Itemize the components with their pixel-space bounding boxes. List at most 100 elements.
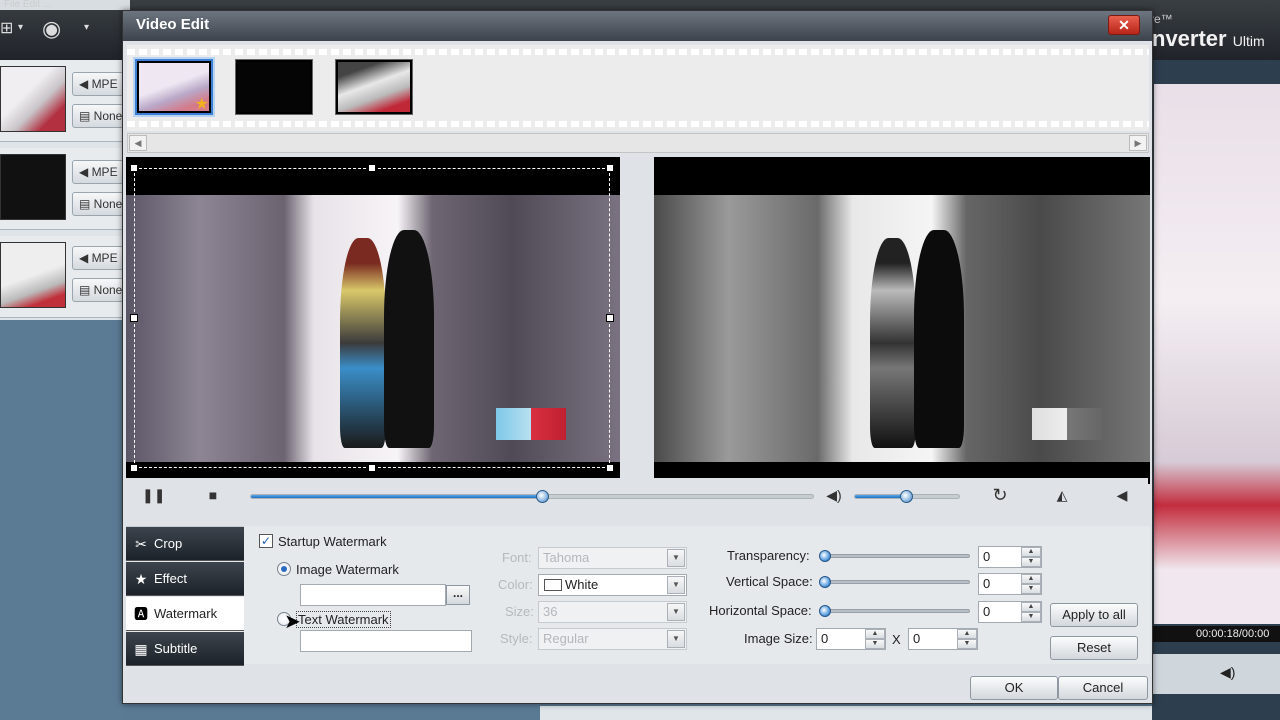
crop-handle[interactable]	[606, 314, 614, 322]
brand-name: nverter	[1152, 26, 1227, 51]
horizontal-space-stepper[interactable]: 0 ▲ ▼	[978, 601, 1042, 623]
transparency-stepper[interactable]: 0 ▲ ▼	[978, 546, 1042, 568]
crop-handle[interactable]	[368, 164, 376, 172]
dropdown-icon[interactable]: ▾	[84, 22, 89, 33]
subtitle-button[interactable]: ▤ None	[72, 192, 124, 216]
horizontal-space-slider[interactable]	[819, 605, 970, 617]
audio-track-button[interactable]: ◀ MPE	[72, 246, 124, 270]
tab-subtitle[interactable]: ▦ Subtitle	[126, 632, 244, 666]
image-path-input[interactable]	[300, 584, 446, 606]
volume-icon[interactable]: ◀)	[824, 486, 844, 504]
rotate-icon[interactable]: ↻	[990, 486, 1010, 504]
reset-button[interactable]: Reset	[1050, 636, 1138, 660]
close-button[interactable]: ✕	[1108, 15, 1140, 35]
clip-filmstrip: ★	[127, 45, 1149, 131]
pause-icon[interactable]: ❚❚	[142, 486, 165, 504]
clip-thumbnail[interactable]	[235, 59, 313, 115]
clip-thumbnail[interactable]: ★	[135, 59, 213, 115]
transparency-slider[interactable]	[819, 550, 970, 562]
file-thumbnail[interactable]	[0, 154, 66, 220]
tab-effect[interactable]: ★ Effect	[126, 562, 244, 596]
list-item[interactable]: ◀ MPE ▤ None	[0, 148, 124, 230]
startup-watermark-checkbox[interactable]: ✓	[259, 534, 273, 548]
brand-suffix: Ultim	[1232, 33, 1265, 49]
image-height-stepper[interactable]: 0 ▲ ▼	[908, 628, 978, 650]
crop-handle[interactable]	[130, 314, 138, 322]
list-item[interactable]: ◀ MPE ▤ None	[0, 60, 124, 142]
crop-handle[interactable]	[130, 464, 138, 472]
tab-crop[interactable]: ✂ Crop	[126, 527, 244, 561]
scroll-right-icon[interactable]: ▶	[1129, 135, 1147, 151]
chevron-up-icon[interactable]: ▲	[1021, 547, 1041, 557]
file-list: ◀ MPE ▤ None ◀ MPE ▤ None ◀ MPE ▤ None	[0, 60, 124, 320]
volume-slider[interactable]	[854, 490, 960, 503]
chevron-up-icon[interactable]: ▲	[1021, 602, 1041, 612]
crop-handle[interactable]	[368, 464, 376, 472]
chevron-down-icon[interactable]: ▼	[957, 639, 977, 649]
video-frame	[654, 195, 1150, 462]
vertical-space-slider[interactable]	[819, 576, 970, 588]
scroll-left-icon[interactable]: ◀	[129, 135, 147, 151]
chevron-up-icon[interactable]: ▲	[1021, 574, 1041, 584]
browse-button[interactable]: ...	[446, 585, 470, 605]
text-watermark-input[interactable]	[300, 630, 472, 652]
slider-handle[interactable]	[819, 550, 831, 562]
chevron-down-icon: ▼	[667, 630, 685, 648]
seek-progress	[251, 495, 544, 498]
image-watermark-radio[interactable]	[277, 562, 291, 576]
apply-to-all-button[interactable]: Apply to all	[1050, 603, 1138, 627]
film-perforation	[127, 49, 1149, 55]
tab-watermark[interactable]: 🅰 Watermark	[126, 597, 244, 631]
seek-handle[interactable]	[536, 490, 550, 503]
crop-handle[interactable]	[130, 164, 138, 172]
toolbar-icons: ⊞ ▾ ◉ ▾	[0, 16, 130, 46]
style-label: Style:	[500, 631, 533, 646]
flip-horizontal-icon[interactable]: ◭	[1052, 486, 1072, 504]
stop-icon[interactable]: ■	[203, 486, 223, 504]
crop-frame[interactable]	[130, 164, 614, 472]
transparency-label: Transparency:	[727, 548, 810, 563]
brand-mark: re™	[1150, 12, 1173, 26]
audio-track-button[interactable]: ◀ MPE	[72, 160, 124, 184]
ok-button[interactable]: OK	[970, 676, 1058, 700]
style-select[interactable]: Regular ▼	[538, 628, 687, 650]
crop-handle[interactable]	[606, 464, 614, 472]
size-separator: X	[892, 632, 901, 647]
image-width-stepper[interactable]: 0 ▲ ▼	[816, 628, 886, 650]
chevron-down-icon[interactable]: ▼	[1021, 557, 1041, 567]
chevron-up-icon[interactable]: ▲	[865, 629, 885, 639]
vertical-space-stepper[interactable]: 0 ▲ ▼	[978, 573, 1042, 595]
output-preview-video[interactable]	[654, 157, 1150, 484]
subtitle-button[interactable]: ▤ None	[72, 278, 124, 302]
preview-video[interactable]	[1154, 84, 1280, 624]
dropdown-icon[interactable]: ▾	[18, 22, 23, 33]
size-select[interactable]: 36 ▼	[538, 601, 687, 623]
chevron-down-icon[interactable]: ▼	[1021, 612, 1041, 622]
disc-icon[interactable]: ◉	[42, 16, 61, 42]
subtitle-button[interactable]: ▤ None	[72, 104, 124, 128]
volume-icon[interactable]: ◀)	[1220, 664, 1235, 681]
chevron-down-icon[interactable]: ▼	[1021, 584, 1041, 594]
chevron-down-icon[interactable]: ▼	[865, 639, 885, 649]
font-select[interactable]: Tahoma ▼	[538, 547, 687, 569]
list-item[interactable]: ◀ MPE ▤ None	[0, 236, 124, 318]
seek-slider[interactable]	[250, 490, 814, 503]
file-thumbnail[interactable]	[0, 242, 66, 308]
filmstrip-scrollbar[interactable]: ◀ ▶	[127, 133, 1149, 153]
slider-handle[interactable]	[819, 605, 831, 617]
chevron-up-icon[interactable]: ▲	[957, 629, 977, 639]
flip-vertical-icon[interactable]: ◀	[1112, 486, 1132, 504]
crop-handle[interactable]	[606, 164, 614, 172]
file-thumbnail[interactable]	[0, 66, 66, 132]
preview-panel: 00:00:18/00:00 ◀)	[1152, 60, 1280, 720]
audio-track-button[interactable]: ◀ MPE	[72, 72, 124, 96]
cancel-button[interactable]: Cancel	[1058, 676, 1148, 700]
app-statusbar	[540, 706, 1152, 720]
clip-thumbnail[interactable]	[335, 59, 413, 115]
color-select[interactable]: White ▼	[538, 574, 687, 596]
font-label: Font:	[502, 550, 532, 565]
slider-handle[interactable]	[819, 576, 831, 588]
horizontal-space-label: Horizontal Space:	[709, 603, 812, 618]
add-icon[interactable]: ⊞	[0, 18, 13, 38]
volume-handle[interactable]	[900, 490, 913, 503]
